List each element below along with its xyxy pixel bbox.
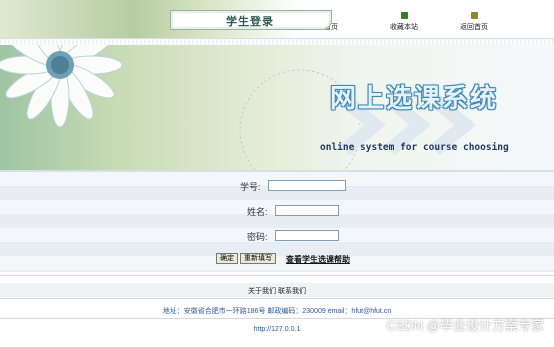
footer-divider-top (0, 275, 554, 276)
name-input[interactable] (275, 205, 339, 216)
confirm-button[interactable]: 确定 (216, 253, 238, 264)
footer-divider-middle (0, 298, 554, 299)
footer-about-links[interactable]: 关于我们 联系我们 (0, 286, 554, 296)
nav-back-home-label: 返回首页 (460, 24, 488, 31)
name-label: 姓名: (247, 207, 268, 217)
login-title: 学生登录 (226, 15, 274, 28)
watermark: CSDN @毕业设计方案专家 (386, 318, 544, 333)
nav-bookmark[interactable]: 收藏本站 (390, 12, 418, 32)
system-subtitle: online system for course choosing (320, 142, 509, 153)
reset-button[interactable]: 重新填写 (240, 253, 276, 264)
system-title: 网上选课系统 (330, 84, 499, 114)
back-icon (470, 12, 478, 19)
password-input[interactable] (275, 230, 339, 241)
nav-back-home[interactable]: 返回首页 (460, 12, 488, 32)
student-id-input[interactable] (268, 180, 346, 191)
nav-bookmark-label: 收藏本站 (390, 24, 418, 31)
help-link[interactable]: 查看学生选课帮助 (286, 254, 350, 265)
student-id-label: 学号: (240, 182, 261, 192)
bookmark-icon (400, 12, 408, 19)
password-label: 密码: (247, 232, 268, 242)
